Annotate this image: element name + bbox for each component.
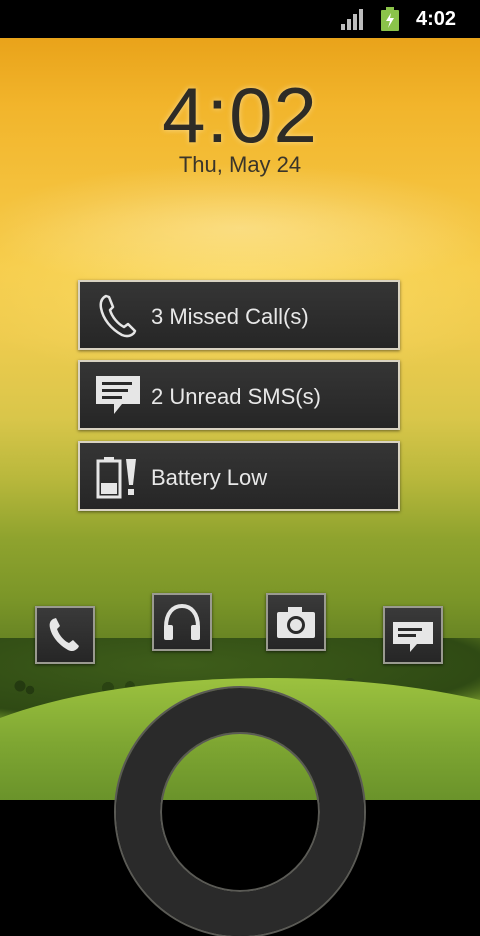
notification-label: 3 Missed Call(s) [151, 304, 309, 329]
music-shortcut-button[interactable] [152, 593, 212, 651]
unlock-ring-icon[interactable] [116, 688, 364, 936]
camera-shortcut-button[interactable] [266, 593, 326, 651]
lock-date: Thu, May 24 [178, 152, 302, 177]
phone-icon [99, 294, 137, 338]
phone-shortcut-button[interactable] [35, 606, 95, 664]
status-bar-time: 4:02 [415, 8, 456, 30]
lock-clock: 4:02 [162, 71, 318, 159]
headphones-icon [164, 603, 200, 640]
message-icon [96, 376, 140, 414]
battery-charging-icon [381, 7, 399, 31]
notification-label: Battery Low [151, 465, 268, 490]
status-bar: 4:02 [0, 0, 480, 38]
messages-shortcut-button[interactable] [383, 606, 443, 664]
notification-unread-sms[interactable]: 2 Unread SMS(s) [78, 360, 400, 430]
battery-low-icon [96, 457, 136, 499]
camera-icon [277, 607, 315, 638]
wallpaper-haze [0, 158, 480, 298]
message-icon [393, 622, 433, 652]
notification-battery-low[interactable]: Battery Low [78, 441, 400, 511]
signal-bars-icon [341, 9, 363, 30]
notification-label: 2 Unread SMS(s) [151, 384, 321, 409]
phone-icon [49, 618, 79, 652]
notification-missed-calls[interactable]: 3 Missed Call(s) [78, 280, 400, 350]
